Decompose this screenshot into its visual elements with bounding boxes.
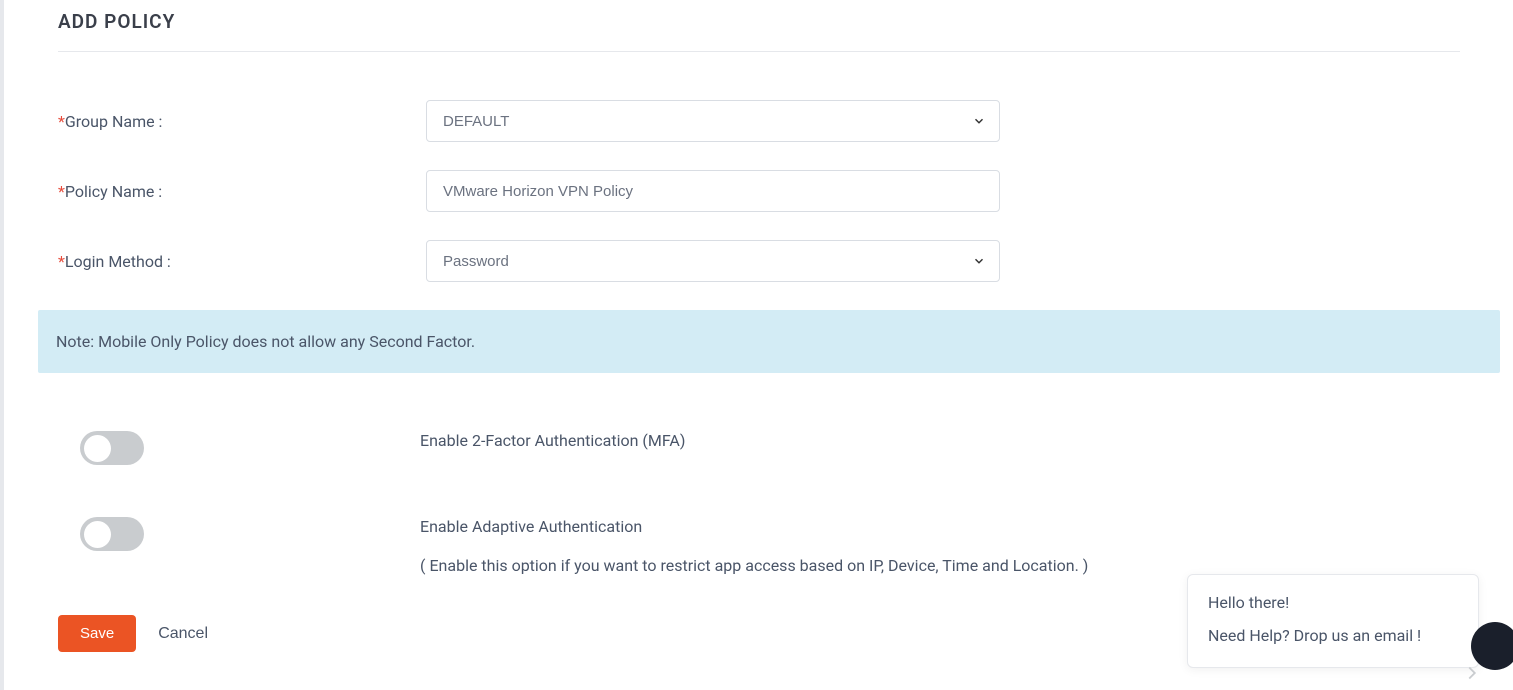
- group-name-row: *Group Name : DEFAULT: [58, 100, 1460, 142]
- adaptive-toggle[interactable]: [80, 517, 144, 551]
- help-message: Need Help? Drop us an email !: [1208, 626, 1458, 645]
- group-name-label-text: Group Name :: [65, 112, 163, 131]
- save-button[interactable]: Save: [58, 615, 136, 652]
- policy-name-input[interactable]: [426, 170, 1000, 212]
- login-method-select[interactable]: Password: [426, 240, 1000, 282]
- divider: [58, 51, 1460, 52]
- required-asterisk: *: [58, 112, 65, 131]
- note-box: Note: Mobile Only Policy does not allow …: [38, 310, 1500, 373]
- group-name-label: *Group Name :: [58, 112, 426, 131]
- required-asterisk: *: [58, 182, 65, 201]
- mfa-toggle[interactable]: [80, 431, 144, 465]
- login-method-row: *Login Method : Password: [58, 240, 1460, 282]
- mfa-toggle-row: Enable 2-Factor Authentication (MFA): [58, 431, 1460, 465]
- page-title: ADD POLICY: [58, 10, 1460, 33]
- mfa-toggle-label: Enable 2-Factor Authentication (MFA): [420, 431, 685, 450]
- cancel-button[interactable]: Cancel: [158, 625, 208, 643]
- required-asterisk: *: [58, 252, 65, 271]
- group-name-select[interactable]: DEFAULT: [426, 100, 1000, 142]
- toggle-knob: [84, 435, 111, 462]
- policy-name-row: *Policy Name :: [58, 170, 1460, 212]
- policy-name-label: *Policy Name :: [58, 182, 426, 201]
- policy-name-label-text: Policy Name :: [65, 182, 162, 201]
- help-greeting: Hello there!: [1208, 593, 1458, 612]
- chevron-right-icon: [1461, 662, 1483, 688]
- adaptive-toggle-label: Enable Adaptive Authentication: [420, 517, 1088, 536]
- help-popup: Hello there! Need Help? Drop us an email…: [1187, 574, 1479, 668]
- adaptive-toggle-row: Enable Adaptive Authentication ( Enable …: [58, 517, 1460, 575]
- login-method-label: *Login Method :: [58, 252, 426, 271]
- toggle-knob: [84, 521, 111, 548]
- left-border: [0, 0, 4, 690]
- login-method-label-text: Login Method :: [65, 252, 171, 271]
- adaptive-toggle-sublabel: ( Enable this option if you want to rest…: [420, 556, 1088, 575]
